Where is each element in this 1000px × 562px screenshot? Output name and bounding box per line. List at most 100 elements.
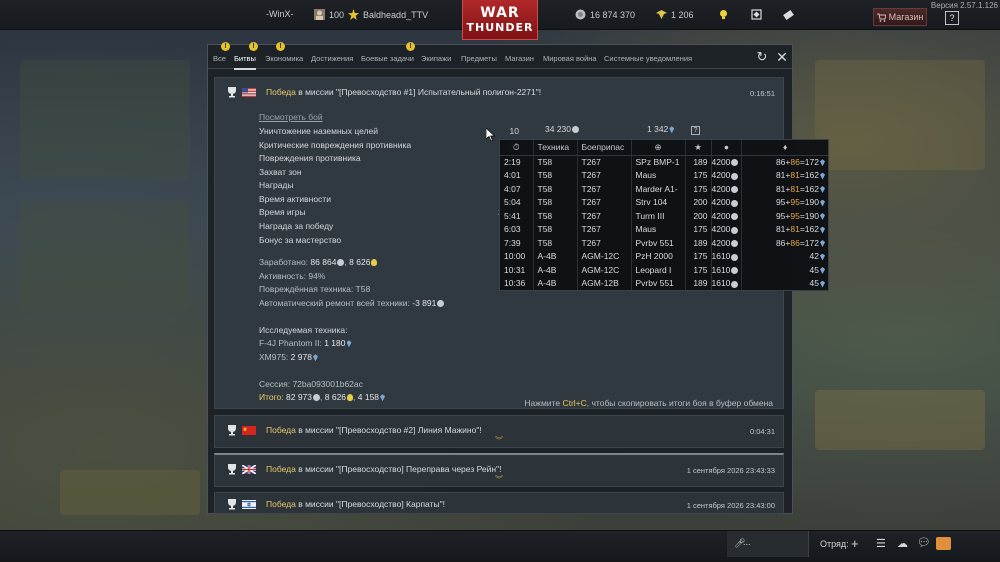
tab-crews[interactable]: Экипажи [421,54,451,63]
mission-name: в миссии "[Превосходство #1] Испытательн… [295,87,542,97]
trophy-icon [228,464,236,475]
stat-row: Захват зон1 [259,167,519,180]
golden-eagles-balance[interactable]: 1 206 [656,9,694,20]
battle-message[interactable]: Победа в миссии "[Превосходство] Карпаты… [214,492,784,514]
list-icon[interactable]: ☰ [876,537,886,550]
logo-text-bottom: THUNDER [466,21,534,34]
battle-log-tooltip: ⏱ Техника Боеприпас ⊕ ★ ● ♦ 2:19 T58 T267 S… [499,139,829,291]
squad-label: Отряд: [820,539,849,549]
uk-flag-icon [242,465,256,474]
row-time: 5:41 [500,209,534,223]
china-flag-icon [242,426,256,435]
row-research: 42 [742,250,828,264]
contacts-icon[interactable]: ☁ [897,537,908,550]
coupon-button[interactable] [783,9,794,20]
table-row: 4:07 T58 T267 Marder A1- 175 4200 81+81=162 [500,182,828,196]
tab-achievements[interactable]: Достижения [311,54,353,63]
row-vehicle: A-4B [533,276,578,290]
earned-gold: 8 626 [349,257,371,267]
hint-text: , чтобы скопировать итоги боя в буфер об… [586,398,773,408]
row-ammo: T267 [577,155,632,169]
tab-items[interactable]: Предметы [461,54,497,63]
row-research: 45 [742,263,828,277]
research-row: XM975: 2 978 [259,352,318,362]
row-target: Pvrbv 551 [631,236,686,250]
expand-chevron-icon[interactable]: ︾ [495,435,503,446]
mail-icon[interactable] [936,537,951,550]
tab-battles[interactable]: Битвы [234,54,256,70]
help-button[interactable]: ? [945,11,959,25]
message-title: Победа в миссии "[Превосходство] Перепра… [266,464,501,474]
rp-base: 81+ [775,183,791,194]
row-silver: 4200 [711,168,743,182]
info-question-button[interactable]: ? [691,126,700,135]
view-battle-link[interactable]: Посмотреть бой [259,112,323,122]
message-time: 0:04:31 [749,427,775,436]
silver-lions-balance[interactable]: 16 874 370 [575,9,635,20]
tab-shop[interactable]: Магазин [505,54,534,63]
row-score: 175 [685,182,712,196]
tab-all[interactable]: Все [213,54,226,63]
voice-chat-box[interactable]: 🎤︎ ... [727,531,809,557]
battle-message[interactable]: Победа в миссии "[Превосходство #2] Лини… [214,415,784,448]
rp-base: 81+ [775,170,791,181]
refresh-button[interactable]: ↻ [755,50,769,64]
player-profile[interactable]: 100 Baldheadd_TTV [314,9,428,20]
damaged-vehicle-line: Повреждённая техника: T58 [259,284,371,294]
research-points-icon [820,280,825,288]
tab-world-war[interactable]: Мировая война [543,54,597,63]
battle-message[interactable]: Победа в миссии "[Превосходство] Перепра… [214,453,784,487]
row-silver: 1610 [711,263,743,277]
row-score: 189 [685,155,712,169]
message-header[interactable]: Победа в миссии "[Превосходство #1] Испы… [215,78,783,106]
rp-base: 86+ [775,157,791,167]
hint-text: Нажмите [524,398,563,408]
clock-icon: ⏱ [500,140,534,156]
username: Baldheadd_TTV [363,9,429,20]
table-row: 6:03 T58 T267 Maus 175 4200 81+81=162 [500,222,828,236]
stat-row: Время игры10:54 [259,207,519,220]
rp-bonus: 81 [790,224,800,235]
tab-system-notifications[interactable]: Системные уведомления [604,54,692,63]
expand-chevron-icon[interactable]: ︾ [495,474,503,485]
row-target: Maus [631,222,686,236]
row-time: 5:04 [500,195,534,209]
row-target: Pvrbv 551 [631,276,686,290]
add-squad-button[interactable]: + [851,536,859,551]
row-ammo: AGM-12C [577,263,632,277]
research-label: Исследуемая техника: [259,325,348,335]
shop-label: Магазин [888,12,924,22]
stat-row: Уничтожение наземных целей 10 [259,126,519,139]
row-score: 175 [685,263,712,277]
silver-lions-value: 16 874 370 [590,9,636,20]
stat-label: Бонус за мастерство [259,235,342,245]
table-row: 7:39 T58 T267 Pvrbv 551 189 4200 86+86=172 [500,236,828,250]
row-target: PzH 2000 [631,249,686,263]
shop-button[interactable]: Магазин [873,8,927,26]
war-thunder-logo[interactable]: WAR THUNDER [462,0,538,40]
chat-input[interactable]: ... [743,537,751,547]
close-button[interactable]: ✕ [775,50,789,64]
stat-row: Повреждения противника16 [259,153,519,166]
golden-eagles-icon [656,10,667,19]
stat-row: Критические повреждения противника10 [259,140,519,153]
total-label: Итого: [259,392,284,402]
tab-economy[interactable]: Экономика [265,54,303,63]
research-points-icon [820,213,825,220]
premium-lamp-button[interactable] [718,9,729,20]
research-points-icon [820,186,825,193]
stat-label: Захват зон [259,167,302,177]
clan-tag[interactable]: -WinX- [266,9,294,19]
chat-bubble-icon[interactable]: 💬︎ [917,536,931,549]
row-vehicle: T58 [533,222,578,236]
research-value: 2 978 [290,352,312,362]
wallet-button[interactable] [751,9,762,20]
repair-value: -3 891 [412,298,437,308]
tab-battle-tasks[interactable]: Боевые задачи [361,54,414,63]
silver-lions-icon [731,226,739,234]
silver-lions-icon: ● [711,140,743,156]
research-row: F-4J Phantom II: 1 180 [259,338,352,348]
victory-label: Победа [266,87,296,97]
row-score: 175 [685,222,712,236]
column-silver-total: 34 230 [545,124,579,134]
